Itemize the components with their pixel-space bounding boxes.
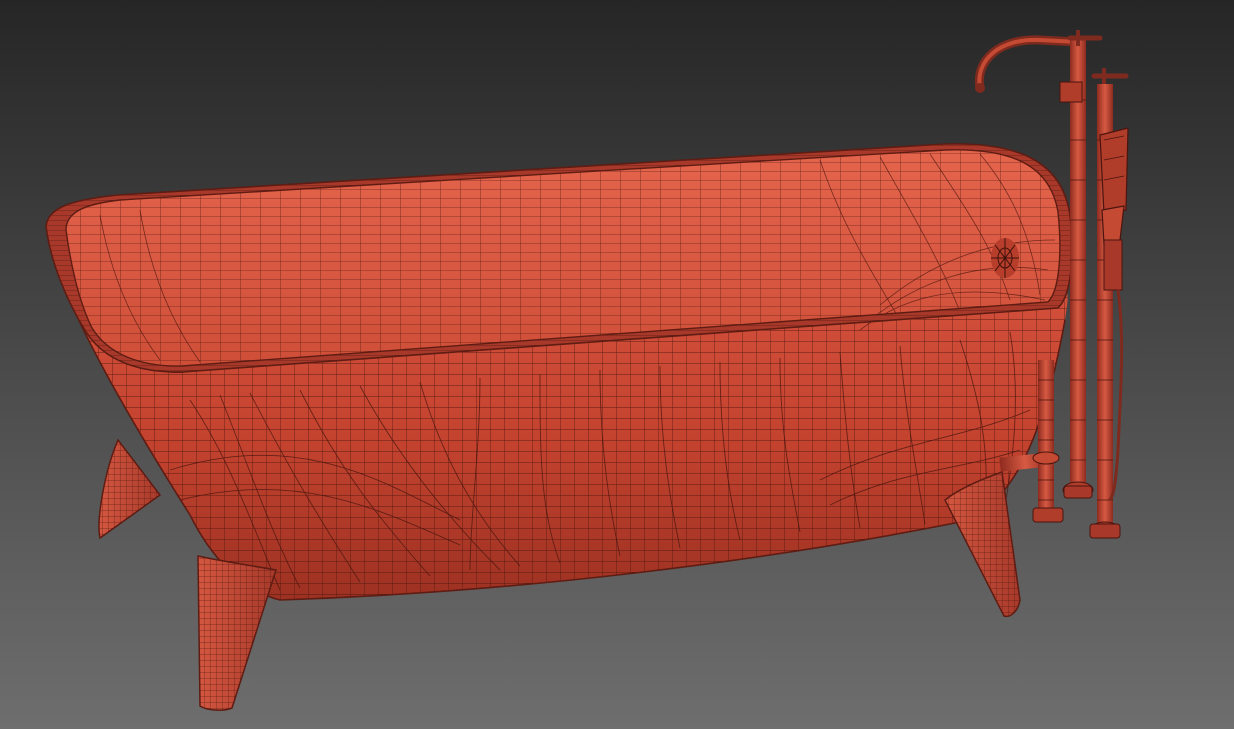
3d-viewport[interactable] [0, 0, 1234, 729]
overflow-drain [991, 238, 1019, 278]
viewport-canvas[interactable] [0, 0, 1234, 729]
